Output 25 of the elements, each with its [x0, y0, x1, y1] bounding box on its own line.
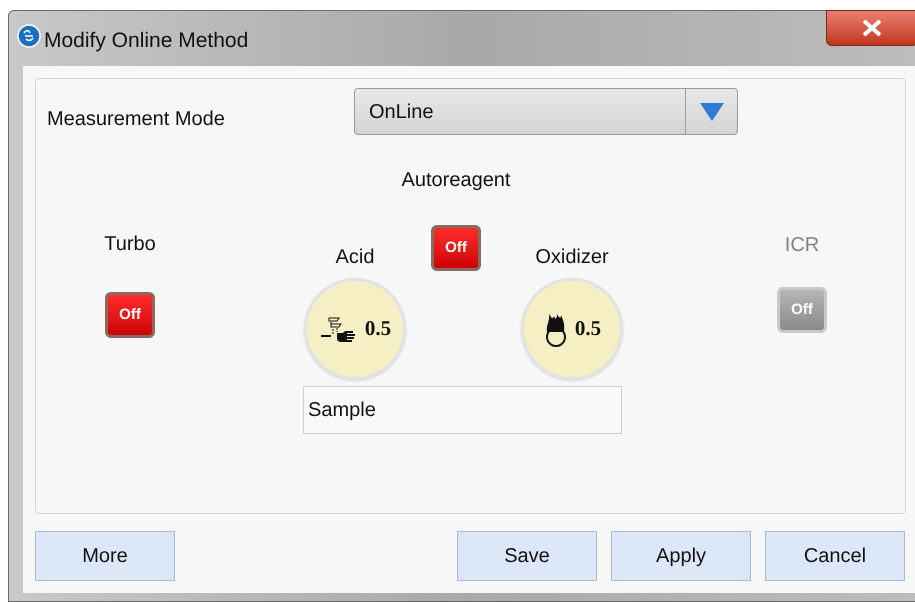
window-title: Modify Online Method: [44, 28, 248, 54]
toggle-label: ICR: [784, 233, 820, 258]
toggle-switch[interactable]: Off: [431, 225, 481, 271]
logo-icon: [17, 24, 41, 48]
toggle-label: Turbo: [104, 232, 156, 257]
close-button[interactable]: [826, 10, 915, 46]
sample-field[interactable]: Sample: [303, 386, 622, 434]
field-label: Measurement Mode: [47, 106, 226, 132]
dialog-button[interactable]: Save: [457, 531, 597, 581]
dropdown-value: OnLine: [369, 100, 434, 124]
reagent-label: Oxidizer: [535, 245, 609, 270]
reagent-dial[interactable]: 0.5: [521, 278, 623, 380]
reagent-label: Acid: [336, 245, 374, 270]
dialog-button[interactable]: Apply: [611, 531, 751, 581]
mode-dropdown[interactable]: OnLine: [354, 88, 738, 135]
dialog-button[interactable]: More: [35, 531, 175, 581]
reagent-value: 0.5: [574, 315, 602, 342]
reagent-value: 0.5: [364, 315, 392, 342]
toggle-switch[interactable]: Off: [105, 292, 155, 338]
reagent-dial[interactable]: 0.5: [304, 278, 406, 380]
sample-input: Sample: [308, 395, 608, 425]
close-icon: [861, 19, 883, 37]
toggle-label: Autoreagent: [402, 168, 510, 193]
dialog-button[interactable]: Cancel: [765, 531, 905, 581]
dropdown-arrow-icon: [698, 102, 724, 122]
